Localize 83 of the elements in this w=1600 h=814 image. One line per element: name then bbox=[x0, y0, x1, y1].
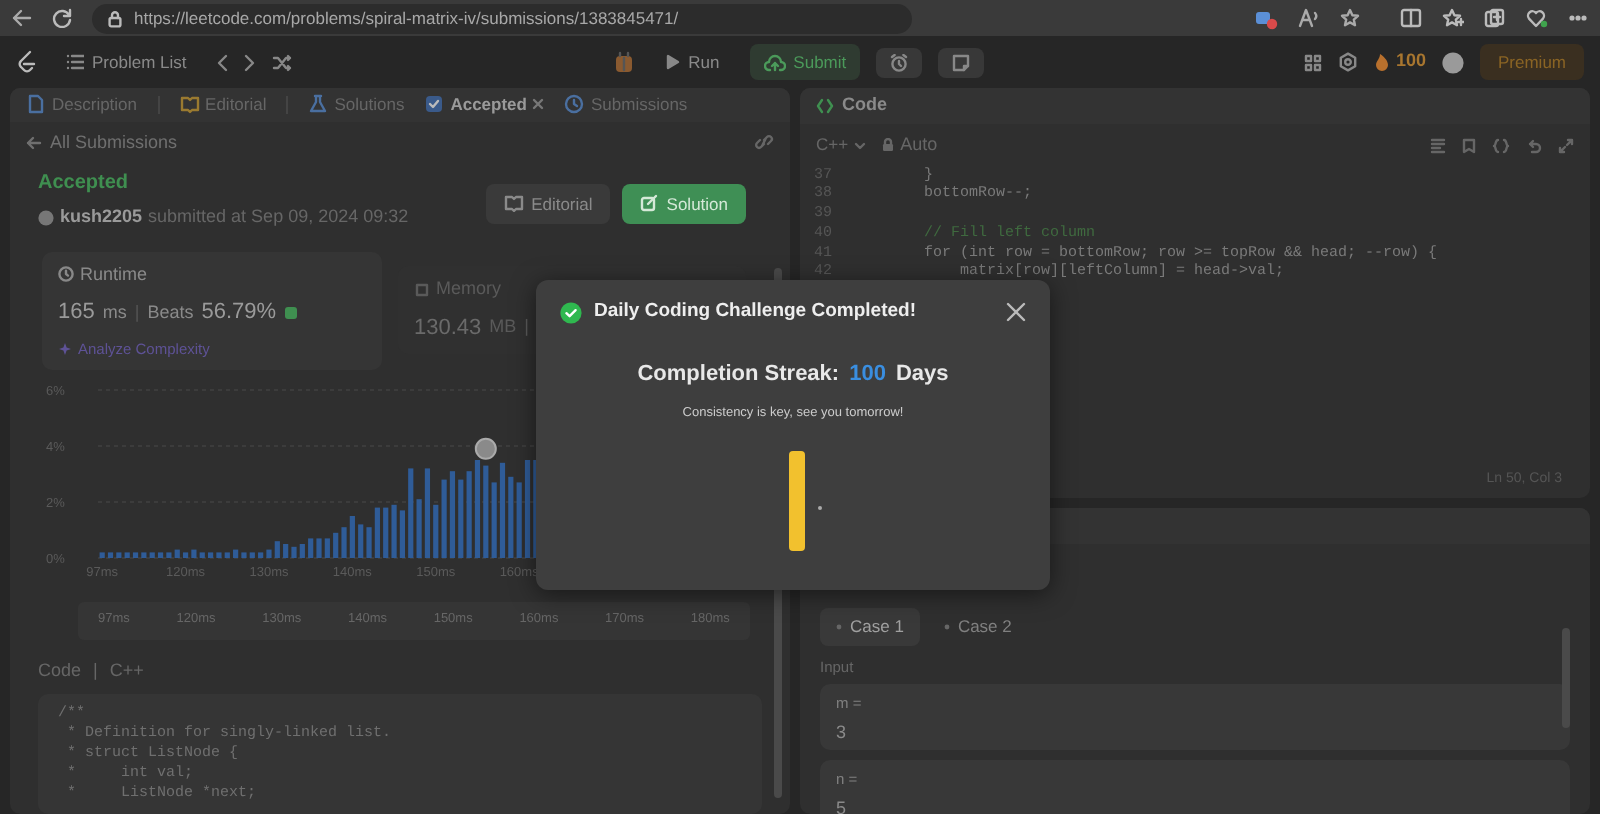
problem-list-button[interactable]: Problem List bbox=[52, 43, 201, 81]
note-button[interactable] bbox=[938, 47, 985, 77]
settings-icon[interactable] bbox=[1337, 52, 1358, 72]
all-submissions-link[interactable]: All Submissions bbox=[26, 129, 178, 157]
case-tab[interactable]: Case 1 bbox=[820, 608, 920, 646]
run-button[interactable]: Run bbox=[652, 43, 734, 81]
solution-button[interactable]: Solution bbox=[622, 183, 746, 225]
clock-icon bbox=[564, 94, 585, 115]
code-icon bbox=[816, 98, 834, 114]
username[interactable]: kush2205 bbox=[60, 204, 143, 232]
lock-icon bbox=[882, 138, 895, 153]
check-icon bbox=[424, 94, 445, 115]
back-icon[interactable] bbox=[12, 8, 32, 28]
grid-icon[interactable] bbox=[1303, 53, 1322, 71]
param-value: 5 bbox=[836, 796, 849, 814]
streak-unit: Days bbox=[895, 360, 949, 391]
avatar-icon[interactable] bbox=[1442, 51, 1464, 73]
param-value: 3 bbox=[836, 720, 849, 747]
status-dot bbox=[943, 623, 950, 630]
logo-icon[interactable] bbox=[16, 50, 36, 74]
streak-label: Completion Streak: bbox=[637, 360, 840, 391]
case-tab[interactable]: Case 2 bbox=[927, 608, 1028, 646]
cloud-upload-icon bbox=[763, 53, 786, 71]
close-icon[interactable] bbox=[1006, 302, 1026, 323]
runtime-label: Runtime bbox=[80, 261, 148, 288]
book-icon bbox=[503, 194, 524, 213]
alarm-button[interactable] bbox=[876, 47, 923, 77]
split-screen-icon[interactable] bbox=[1400, 8, 1422, 28]
memory-value: 130.43 bbox=[414, 313, 482, 344]
flask-icon bbox=[308, 94, 329, 115]
chevron-down-icon bbox=[854, 141, 867, 150]
lock-icon bbox=[108, 9, 122, 27]
fire-icon bbox=[1373, 52, 1390, 72]
alarm-clock-icon bbox=[890, 53, 909, 71]
play-icon bbox=[666, 54, 681, 70]
close-icon[interactable] bbox=[532, 98, 545, 111]
arrow-left-icon bbox=[26, 135, 42, 150]
health-icon[interactable] bbox=[1526, 8, 1548, 28]
clock-icon bbox=[58, 266, 74, 283]
collections-icon[interactable] bbox=[1484, 8, 1506, 28]
star-icon[interactable] bbox=[1340, 8, 1360, 28]
runtime-unit: ms bbox=[102, 299, 127, 326]
loading-bar bbox=[788, 449, 806, 551]
beats-label: Beats bbox=[147, 299, 194, 326]
more-icon[interactable] bbox=[1568, 14, 1588, 22]
expand-icon[interactable] bbox=[1558, 137, 1574, 154]
book-icon bbox=[179, 94, 200, 115]
runtime-value: 165 bbox=[58, 298, 95, 329]
refresh-icon[interactable] bbox=[52, 8, 72, 28]
status-text: Accepted bbox=[38, 170, 131, 199]
favorites-icon[interactable] bbox=[1442, 8, 1464, 28]
status-dot bbox=[836, 623, 842, 630]
separator: | bbox=[134, 299, 140, 326]
user-avatar bbox=[38, 209, 54, 226]
separator: | bbox=[93, 657, 98, 684]
beats-percent: 56.79% bbox=[201, 298, 277, 329]
streak-value: 100 bbox=[849, 360, 886, 391]
format-icon[interactable] bbox=[1430, 137, 1446, 154]
chevron-right-icon[interactable] bbox=[244, 53, 257, 71]
separator: | bbox=[524, 314, 529, 341]
shuffle-icon[interactable] bbox=[272, 53, 293, 71]
list-icon bbox=[66, 54, 84, 70]
read-aloud-icon[interactable] bbox=[1298, 8, 1320, 28]
hover-marker bbox=[474, 437, 497, 460]
chip-icon bbox=[414, 282, 430, 299]
extension-icon[interactable] bbox=[1254, 7, 1278, 29]
premium-button[interactable]: Premium bbox=[1480, 43, 1585, 81]
link-icon[interactable] bbox=[754, 134, 774, 151]
sparkle-icon bbox=[58, 341, 72, 356]
braces-icon[interactable] bbox=[1492, 137, 1510, 154]
editorial-button[interactable]: Editorial bbox=[485, 183, 611, 225]
check-circle-icon bbox=[560, 301, 582, 324]
edit-icon bbox=[640, 194, 659, 213]
streak-count: 100 bbox=[1395, 48, 1426, 75]
undo-icon[interactable] bbox=[1526, 137, 1542, 154]
panel-title: Code bbox=[842, 92, 887, 119]
bookmark-icon[interactable] bbox=[1462, 137, 1476, 154]
badge-icon bbox=[284, 305, 299, 320]
submit-button[interactable]: Submit bbox=[749, 43, 861, 81]
tab[interactable]: Accepted bbox=[424, 91, 545, 118]
chevron-left-icon[interactable] bbox=[216, 53, 229, 71]
note-icon bbox=[952, 53, 971, 71]
doc-icon bbox=[26, 94, 46, 115]
